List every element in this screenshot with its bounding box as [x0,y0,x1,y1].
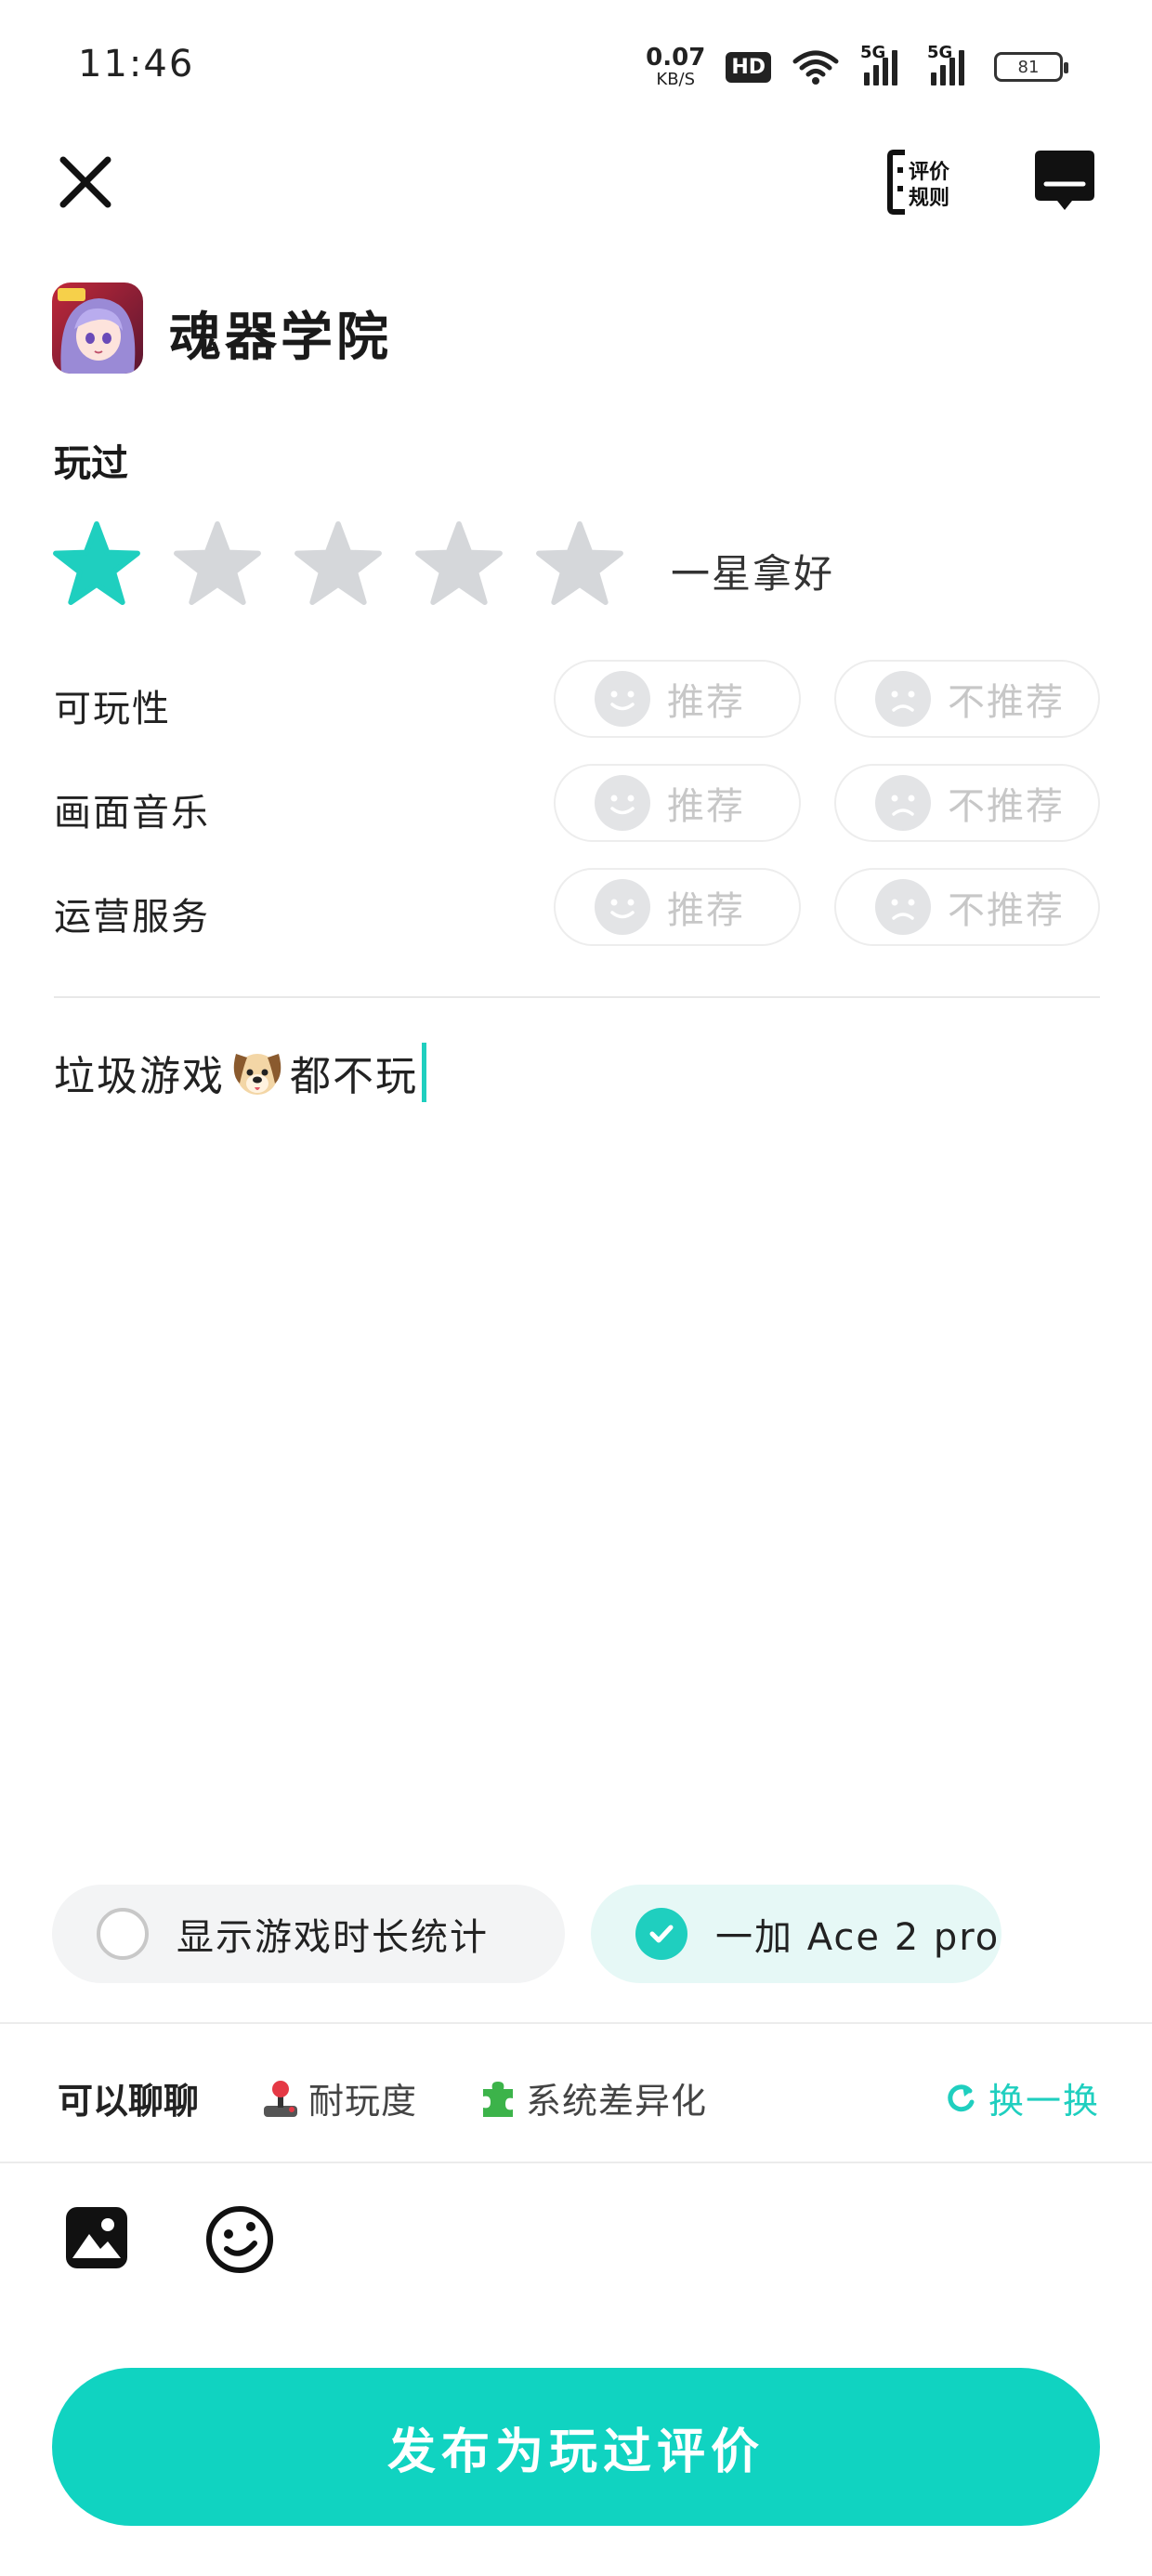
image-icon [66,2207,127,2268]
checkmark-icon [635,1908,687,1960]
not-recommend-label: 不推荐 [948,889,1065,932]
star-5[interactable] [535,520,624,606]
refresh-topics-button[interactable]: 换一换 [942,2072,1100,2123]
smile-face-icon [595,775,650,831]
star-3[interactable] [294,520,383,606]
game-icon [52,283,143,374]
unchecked-radio-icon [97,1908,149,1960]
recommend-label: 推荐 [667,785,745,828]
rating-description: 一星拿好 [671,551,835,597]
signal-strength-icon-2: 5G [927,43,974,85]
battery-icon: 81 [994,52,1068,82]
game-title: 魂器学院 [169,308,392,368]
not-recommend-label: 不推荐 [948,785,1065,828]
signal-strength-icon-1: 5G [860,43,907,85]
message-icon [1035,151,1094,210]
sad-face-icon [875,775,931,831]
publish-label: 发布为玩过评价 [386,2424,765,2480]
aspect-label: 画面音乐 [54,792,210,835]
publish-review-button[interactable]: 发布为玩过评价 [52,2368,1100,2526]
aspect-label: 可玩性 [54,688,171,730]
device-label: 一加 Ace 2 pro [715,1916,1001,1959]
hd-voice-icon: HD [726,51,771,83]
recommend-button[interactable]: 推荐 [554,764,801,842]
aspect-row-graphics-music: 画面音乐 推荐 不推荐 [54,764,1100,842]
topic-suggestions: 可以聊聊 耐玩度 系统差异化 换一换 [58,2065,1100,2130]
played-label: 玩过 [54,442,128,485]
recommend-label: 推荐 [667,889,745,932]
network-speed-value: 0.07 [646,44,706,72]
text-cursor [422,1043,426,1102]
sad-face-icon [875,671,931,727]
topic-system-differentiation[interactable]: 系统差异化 [478,2072,707,2123]
refresh-icon [948,2083,975,2111]
network-speed: 0.07 KB/S [646,46,705,88]
star-2[interactable] [173,520,262,606]
not-recommend-button[interactable]: 不推荐 [834,660,1100,738]
aspect-row-playability: 可玩性 推荐 不推荐 [54,660,1100,738]
status-time: 11:46 [78,43,195,85]
separator [0,2162,1152,2163]
review-rules-icon: 评价 规则 [887,150,950,215]
not-recommend-button[interactable]: 不推荐 [834,764,1100,842]
star-1[interactable] [52,520,141,606]
star-4[interactable] [414,520,504,606]
close-icon [59,156,111,208]
close-button[interactable] [52,149,119,216]
review-rules-button[interactable]: 评价 规则 [886,149,961,216]
refresh-label: 换一换 [988,2081,1100,2122]
not-recommend-button[interactable]: 不推荐 [834,868,1100,946]
review-text-input[interactable]: 垃圾游戏 都不玩 [54,1043,426,1102]
recommend-label: 推荐 [667,681,745,724]
network-speed-unit: KB/S [656,70,696,89]
emoji-icon [206,2206,273,2273]
status-icons: 0.07 KB/S HD 5G 5G 81 [646,43,1068,91]
puzzle-icon [483,2081,513,2117]
recommend-button[interactable]: 推荐 [554,868,801,946]
wifi-icon [792,50,839,85]
insert-emoji-button[interactable] [204,2204,275,2275]
topics-lead: 可以聊聊 [58,2081,200,2122]
status-bar: 11:46 0.07 KB/S HD 5G 5G 81 [0,0,1152,130]
rules-label-line2: 规则 [909,187,949,210]
show-playtime-toggle[interactable]: 显示游戏时长统计 [52,1885,565,1983]
aspect-row-operations: 运营服务 推荐 不推荐 [54,868,1100,946]
divider [54,996,1100,998]
not-recommend-label: 不推荐 [948,681,1065,724]
joystick-icon [264,2080,297,2117]
recommend-button[interactable]: 推荐 [554,660,801,738]
aspect-label: 运营服务 [54,896,210,939]
insert-image-button[interactable] [63,2204,130,2271]
topic-label: 耐玩度 [308,2081,418,2122]
dog-face-emoji-icon [233,1054,281,1095]
star-rating [52,520,624,606]
separator [0,2022,1152,2024]
rules-label-line1: 评价 [909,161,950,184]
device-toggle[interactable]: 一加 Ace 2 pro [591,1885,1001,1983]
show-playtime-label: 显示游戏时长统计 [177,1916,489,1959]
message-button[interactable] [1031,147,1098,214]
topic-durability[interactable]: 耐玩度 [260,2072,417,2123]
smile-face-icon [595,879,650,935]
review-text-part2: 都不玩 [290,1053,418,1100]
sad-face-icon [875,879,931,935]
smile-face-icon [595,671,650,727]
review-text-part1: 垃圾游戏 [54,1053,225,1100]
topic-label: 系统差异化 [526,2081,708,2122]
